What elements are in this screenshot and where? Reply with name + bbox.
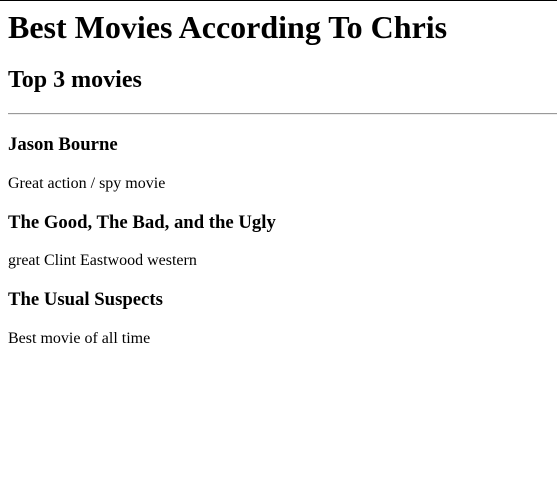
movie-description: Great action / spy movie xyxy=(8,175,166,192)
movie-title: The Good, The Bad, and the Ugly xyxy=(8,212,276,233)
movie-title: The Usual Suspects xyxy=(8,289,163,310)
movie-description: Best movie of all time xyxy=(8,330,151,347)
page-subtitle: Top 3 movies xyxy=(8,67,142,93)
top-border xyxy=(0,0,557,1)
movie-title: Jason Bourne xyxy=(8,134,118,155)
movie-description: great Clint Eastwood western xyxy=(8,252,197,269)
divider xyxy=(8,113,557,115)
page-title: Best Movies According To Chris xyxy=(8,9,448,45)
